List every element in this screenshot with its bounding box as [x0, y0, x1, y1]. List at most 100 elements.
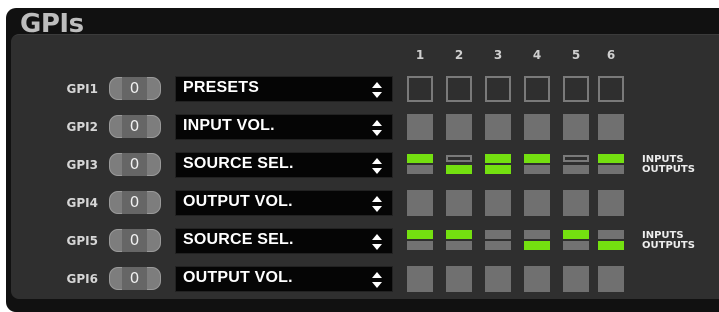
- outputs-label: OUTPUTS: [642, 164, 695, 175]
- gpi-cell[interactable]: [446, 190, 472, 216]
- outputs-label: OUTPUTS: [642, 240, 695, 251]
- gpi-label: GPI5: [66, 234, 98, 248]
- input-indicator: [485, 230, 511, 239]
- gpi-cell[interactable]: [446, 266, 472, 292]
- gpi-cell[interactable]: [598, 114, 624, 140]
- gpi-row-2: GPI2 0 INPUT VOL.: [0, 114, 719, 140]
- gpi-cell[interactable]: [563, 266, 589, 292]
- gpi-row-3: GPI3 0 SOURCE SEL. INPUTS OUTPUTS: [0, 152, 719, 178]
- gpi-label: GPI1: [66, 82, 98, 96]
- gpi-io-cell[interactable]: [524, 228, 550, 254]
- gpi-io-cell[interactable]: [524, 152, 550, 178]
- panel-title: GPIs: [20, 9, 84, 39]
- output-indicator: [446, 165, 472, 174]
- input-indicator: [598, 154, 624, 163]
- output-indicator: [563, 165, 589, 174]
- gpi-io-cell[interactable]: [485, 152, 511, 178]
- column-header-3: 3: [493, 48, 503, 62]
- gpi-cell[interactable]: [485, 76, 511, 102]
- gpi-io-cell[interactable]: [446, 228, 472, 254]
- gpi-cell[interactable]: [446, 114, 472, 140]
- gpi-cell[interactable]: [524, 190, 550, 216]
- gpi-counter-value[interactable]: 0: [122, 191, 147, 214]
- gpi-cell[interactable]: [407, 114, 433, 140]
- gpi-cell[interactable]: [598, 190, 624, 216]
- input-indicator: [524, 230, 550, 239]
- gpi-io-cell[interactable]: [563, 228, 589, 254]
- select-arrows-icon: [372, 157, 382, 175]
- gpi-io-cell[interactable]: [485, 228, 511, 254]
- gpi-io-cell[interactable]: [446, 152, 472, 178]
- select-arrows-icon: [372, 195, 382, 213]
- column-header-1: 1: [415, 48, 425, 62]
- gpi-cell[interactable]: [563, 190, 589, 216]
- function-select-label: OUTPUT VOL.: [183, 269, 293, 286]
- gpi-cell[interactable]: [524, 266, 550, 292]
- gpi-cell[interactable]: [407, 190, 433, 216]
- gpi-io-cell[interactable]: [598, 228, 624, 254]
- gpi-cell[interactable]: [598, 266, 624, 292]
- gpi-cell[interactable]: [524, 114, 550, 140]
- select-arrows-icon: [372, 233, 382, 251]
- output-indicator: [598, 241, 624, 250]
- gpi-counter-value[interactable]: 0: [122, 267, 147, 290]
- function-select-label: OUTPUT VOL.: [183, 193, 293, 210]
- gpi-cell[interactable]: [446, 76, 472, 102]
- function-select-label: SOURCE SEL.: [183, 231, 294, 248]
- output-indicator: [524, 165, 550, 174]
- output-indicator: [524, 241, 550, 250]
- select-arrows-icon: [372, 119, 382, 137]
- gpi-cell[interactable]: [563, 114, 589, 140]
- output-indicator: [485, 241, 511, 250]
- column-header-2: 2: [454, 48, 464, 62]
- gpi-cell[interactable]: [485, 190, 511, 216]
- gpi-row-1: GPI1 0 PRESETS: [0, 76, 719, 102]
- input-indicator: [407, 154, 433, 163]
- function-select[interactable]: SOURCE SEL.: [175, 152, 393, 178]
- input-indicator: [598, 230, 624, 239]
- gpi-cell[interactable]: [598, 76, 624, 102]
- gpi-cell[interactable]: [563, 76, 589, 102]
- input-indicator: [407, 230, 433, 239]
- gpi-cell[interactable]: [524, 76, 550, 102]
- gpi-counter-value[interactable]: 0: [122, 115, 147, 138]
- output-indicator: [485, 165, 511, 174]
- input-indicator: [563, 230, 589, 239]
- column-header-6: 6: [606, 48, 616, 62]
- output-indicator: [407, 165, 433, 174]
- gpi-label: GPI4: [66, 196, 98, 210]
- output-indicator: [446, 241, 472, 250]
- function-select[interactable]: OUTPUT VOL.: [175, 266, 393, 292]
- gpi-label: GPI6: [66, 272, 98, 286]
- function-select[interactable]: OUTPUT VOL.: [175, 190, 393, 216]
- gpi-io-cell[interactable]: [407, 228, 433, 254]
- gpi-cell[interactable]: [407, 266, 433, 292]
- input-indicator: [446, 155, 472, 162]
- gpi-row-5: GPI5 0 SOURCE SEL. INPUTS OUTPUTS: [0, 228, 719, 254]
- gpi-counter-value[interactable]: 0: [122, 229, 147, 252]
- gpi-cell[interactable]: [407, 76, 433, 102]
- input-indicator: [446, 230, 472, 239]
- gpi-counter-value[interactable]: 0: [122, 153, 147, 176]
- column-header-5: 5: [571, 48, 581, 62]
- gpi-counter-value[interactable]: 0: [122, 77, 147, 100]
- output-indicator: [563, 241, 589, 250]
- function-select-label: SOURCE SEL.: [183, 155, 294, 172]
- select-arrows-icon: [372, 271, 382, 289]
- gpi-label: GPI2: [66, 120, 98, 134]
- gpi-io-cell[interactable]: [563, 152, 589, 178]
- function-select-label: PRESETS: [183, 79, 260, 96]
- function-select[interactable]: INPUT VOL.: [175, 114, 393, 140]
- gpi-io-cell[interactable]: [598, 152, 624, 178]
- gpi-cell[interactable]: [485, 114, 511, 140]
- input-indicator: [563, 155, 589, 162]
- function-select[interactable]: PRESETS: [175, 76, 393, 102]
- gpi-row-6: GPI6 0 OUTPUT VOL.: [0, 266, 719, 292]
- gpi-io-cell[interactable]: [407, 152, 433, 178]
- gpi-row-4: GPI4 0 OUTPUT VOL.: [0, 190, 719, 216]
- output-indicator: [407, 241, 433, 250]
- input-indicator: [524, 154, 550, 163]
- select-arrows-icon: [372, 81, 382, 99]
- function-select[interactable]: SOURCE SEL.: [175, 228, 393, 254]
- gpi-cell[interactable]: [485, 266, 511, 292]
